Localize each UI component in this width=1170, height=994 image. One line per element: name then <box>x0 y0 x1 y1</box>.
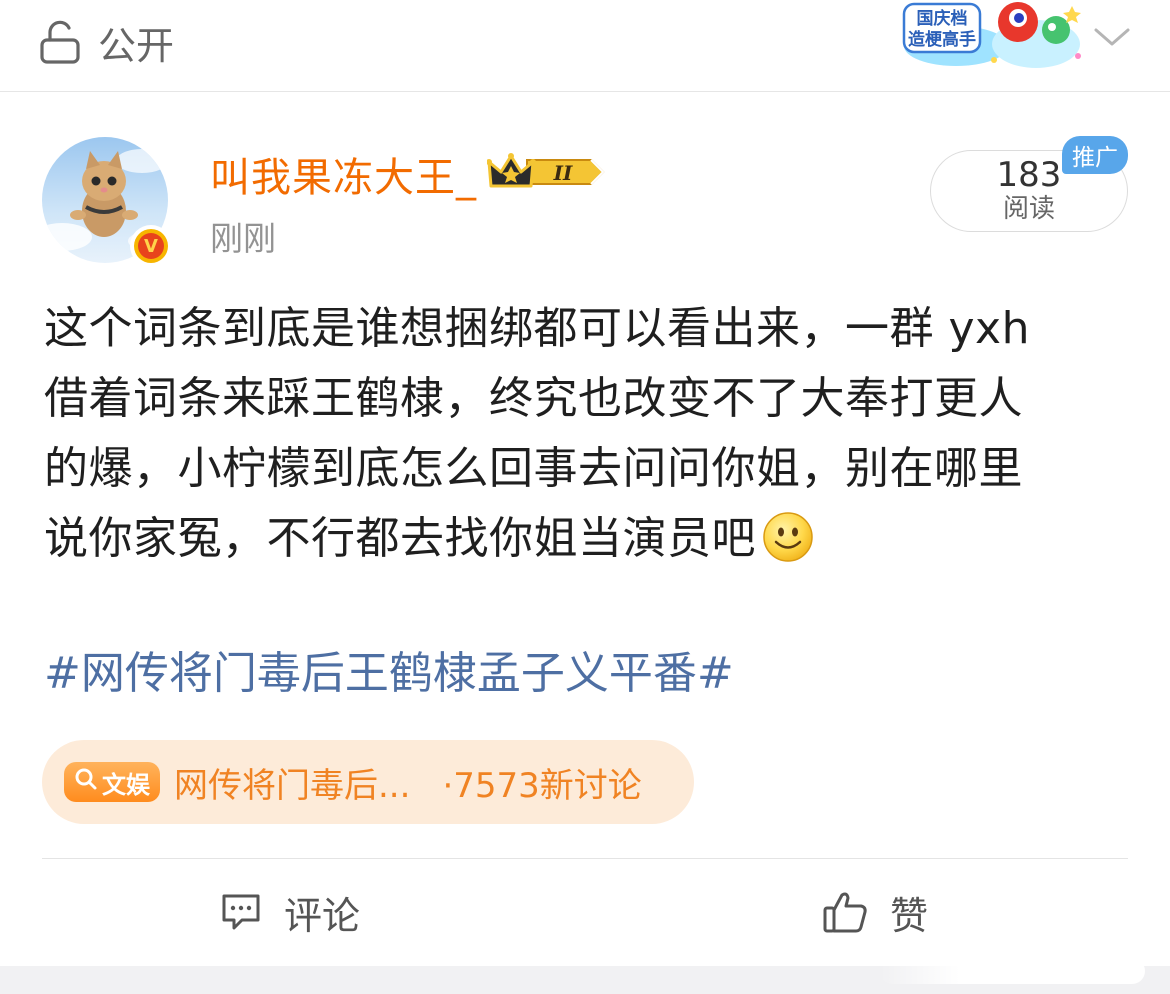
author-name[interactable]: 叫我果冻大王_ <box>210 145 477 203</box>
campaign-badge-line2: 造梗高手 <box>908 29 976 50</box>
topic-title: 网传将门毒后... <box>174 765 411 806</box>
author-row: 叫我果冻大王_ II <box>210 145 607 203</box>
topic-count: ·7573新讨论 <box>442 765 642 806</box>
visibility-selector[interactable]: 公开 <box>40 16 174 68</box>
topic-card[interactable]: 文娱 网传将门毒后... ·7573新讨论 <box>42 740 694 824</box>
topic-chip-label: 文娱 <box>102 770 150 799</box>
post-body-line: 说你家冤，不行都去找你姐当演员吧 <box>44 513 756 564</box>
post-timestamp: 刚刚 <box>210 219 276 258</box>
like-button[interactable]: 赞 <box>822 882 928 942</box>
visibility-label: 公开 <box>98 23 175 68</box>
unlock-icon <box>40 20 80 64</box>
comment-label: 评论 <box>284 893 361 938</box>
verified-badge: V <box>130 225 172 267</box>
post-body-line-last: 说你家冤，不行都去找你姐当演员吧 <box>44 504 1134 574</box>
topic-chip: 文娱 <box>64 762 160 802</box>
verified-mark: V <box>138 233 164 259</box>
scroll-indicator <box>880 958 1145 984</box>
search-icon <box>74 767 98 797</box>
top-bar: 公开 国庆档 造梗高手 <box>0 0 1170 92</box>
reads-label: 阅读 <box>1002 194 1055 224</box>
smile-emoji-icon <box>762 511 814 563</box>
post-body: 这个词条到底是谁想捆绑都可以看出来，一群 yxh 借着词条来踩王鹤棣，终究也改变… <box>44 294 1134 574</box>
campaign-badge[interactable]: 国庆档 造梗高手 <box>896 0 1086 72</box>
post-body-line: 借着词条来踩王鹤棣，终究也改变不了大奉打更人 <box>44 373 1023 424</box>
post-body-line: 的爆，小柠檬到底怎么回事去问问你姐，别在哪里 <box>44 443 1023 494</box>
post-body-line: 这个词条到底是谁想捆绑都可以看出来，一群 yxh <box>44 303 1030 354</box>
comment-icon <box>220 892 262 932</box>
chevron-down-icon[interactable] <box>1092 22 1132 52</box>
crown-badge-text: II <box>553 161 573 185</box>
promo-tag: 推广 <box>1062 136 1128 174</box>
comment-button[interactable]: 评论 <box>220 882 360 942</box>
divider <box>42 858 1128 859</box>
thumbs-up-icon <box>822 889 868 935</box>
like-label: 赞 <box>890 893 929 938</box>
hashtag-link[interactable]: #网传将门毒后王鹤棣孟子义平番# <box>44 642 734 706</box>
crown-badge-icon[interactable]: II <box>486 150 607 198</box>
campaign-badge-line1: 国庆档 <box>917 8 968 29</box>
